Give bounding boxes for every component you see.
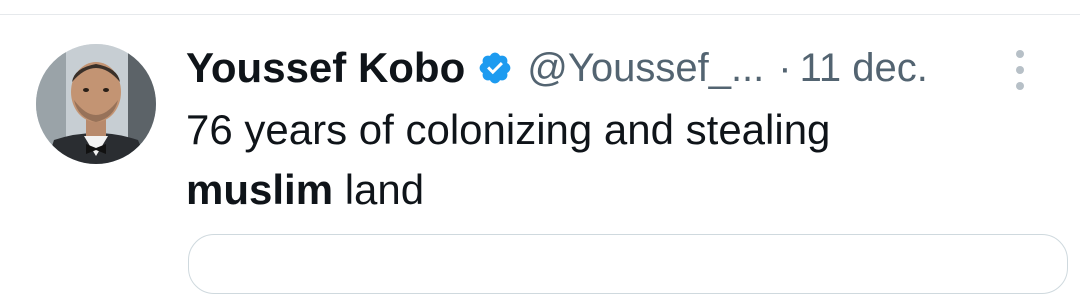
tweet-header: Youssef Kobo @Youssef_... · 11 dec. xyxy=(186,40,928,96)
tweet[interactable]: Youssef Kobo @Youssef_... · 11 dec. 76 y… xyxy=(0,0,1080,294)
tweet-text-rest: land xyxy=(333,166,425,213)
tweet-text: 76 years of colonizing and stealing musl… xyxy=(186,100,986,220)
timestamp[interactable]: 11 dec. xyxy=(800,46,928,91)
tweet-text-bold: muslim xyxy=(186,166,334,213)
avatar[interactable] xyxy=(36,44,156,164)
tweet-text-line1: 76 years of colonizing and stealing xyxy=(186,106,831,153)
more-dot xyxy=(1016,66,1024,74)
more-dot xyxy=(1016,82,1024,90)
verified-badge-icon[interactable] xyxy=(477,50,513,86)
user-handle[interactable]: @Youssef_... xyxy=(527,46,764,91)
separator-dot: · xyxy=(778,45,792,90)
display-name[interactable]: Youssef Kobo xyxy=(186,44,465,92)
more-vertical-icon[interactable] xyxy=(1008,50,1032,90)
quote-card[interactable] xyxy=(188,234,1068,294)
tweet-text-line2: muslim land xyxy=(186,160,986,220)
more-dot xyxy=(1016,50,1024,58)
